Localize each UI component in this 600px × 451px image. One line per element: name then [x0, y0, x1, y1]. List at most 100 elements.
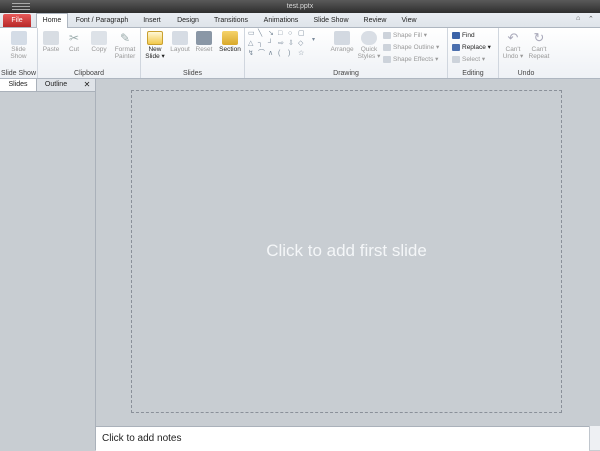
- group-drawing: ▭ ╲ ↘ □ ○ ▢ △ ┐ ┘ ⇨ ⇩ ◇ ↯ ⌒ ∧ ( ) ☆ ▾ Ar…: [245, 28, 448, 78]
- slide-show-label: Slide Show: [10, 46, 27, 60]
- shape-outline-label: Shape Outline ▾: [393, 44, 440, 51]
- tab-font-paragraph[interactable]: Font / Paragraph: [70, 14, 134, 27]
- window-title: test.pptx: [286, 3, 314, 10]
- tab-outline-pane[interactable]: Outline: [37, 79, 75, 91]
- group-undo: ↶ Can't Undo ▾ ↻ Can't Repeat Undo: [499, 28, 553, 78]
- paste-label: Paste: [42, 46, 60, 53]
- shape-effects-label: Shape Effects ▾: [393, 56, 439, 63]
- brace-left-shape-icon[interactable]: (: [278, 50, 280, 58]
- effects-icon: [383, 55, 391, 63]
- slide-show-button[interactable]: Slide Show: [3, 31, 34, 60]
- paste-button[interactable]: Paste: [40, 31, 62, 53]
- slides-pane: Slides Outline ✕: [0, 79, 96, 450]
- rectangle-shape-icon[interactable]: □: [278, 30, 282, 38]
- undo-label: Can't Undo ▾: [502, 46, 524, 60]
- tab-insert[interactable]: Insert: [138, 14, 166, 27]
- triangle-shape-icon[interactable]: △: [248, 40, 253, 48]
- group-editing: Find Replace ▾ Select ▾ Editing: [448, 28, 499, 78]
- replace-label: Replace ▾: [462, 44, 491, 51]
- slide-show-icon: [10, 31, 27, 45]
- tab-slide-show[interactable]: Slide Show: [308, 14, 354, 27]
- shape-fill-button[interactable]: Shape Fill ▾: [383, 31, 427, 40]
- fill-bucket-icon: [383, 31, 391, 39]
- chevron-shape-icon[interactable]: ◇: [298, 40, 303, 48]
- shapes-gallery[interactable]: ▭ ╲ ↘ □ ○ ▢ △ ┐ ┘ ⇨ ⇩ ◇ ↯ ⌒ ∧ ( ) ☆ ▾: [248, 30, 320, 60]
- right-arrow-shape-icon[interactable]: ⇨: [278, 40, 284, 48]
- undo-button[interactable]: ↶ Can't Undo ▾: [501, 31, 525, 61]
- replace-button[interactable]: Replace ▾: [452, 43, 491, 52]
- group-label-clipboard: Clipboard: [74, 70, 104, 77]
- group-label-undo: Undo: [517, 70, 535, 77]
- collapse-ribbon-icon[interactable]: ⌃: [588, 15, 594, 23]
- shape-outline-button[interactable]: Shape Outline ▾: [383, 43, 439, 52]
- textbox-shape-icon[interactable]: ▭: [248, 30, 255, 38]
- repeat-icon: ↻: [533, 30, 545, 45]
- notes-placeholder: Click to add notes: [102, 433, 182, 444]
- pane-tabs: Slides Outline ✕: [0, 79, 95, 92]
- group-label-drawing: Drawing: [333, 70, 359, 77]
- quick-styles-button[interactable]: Quick Styles ▾: [357, 31, 381, 60]
- arrange-label: Arrange: [330, 46, 354, 53]
- slide-placeholder[interactable]: Click to add first slide: [131, 90, 562, 413]
- tab-slides-pane[interactable]: Slides: [0, 79, 37, 91]
- freeform-shape-icon[interactable]: ⌒: [258, 50, 265, 58]
- repeat-button[interactable]: ↻ Can't Repeat: [526, 30, 552, 61]
- outline-pen-icon: [383, 43, 391, 51]
- copy-label: Copy: [91, 46, 107, 53]
- brace-right-shape-icon[interactable]: ): [288, 50, 290, 58]
- close-pane-icon[interactable]: ✕: [80, 79, 94, 91]
- new-slide-button[interactable]: New Slide ▾: [143, 31, 167, 60]
- title-bar: test.pptx: [0, 0, 600, 13]
- scissors-icon: ✂: [68, 31, 80, 45]
- down-arrow-shape-icon[interactable]: ⇩: [288, 40, 294, 48]
- add-slide-prompt: Click to add first slide: [266, 241, 427, 260]
- select-button[interactable]: Select ▾: [452, 55, 485, 64]
- oval-shape-icon[interactable]: ○: [288, 30, 292, 38]
- arrow-shape-icon[interactable]: ↘: [268, 30, 274, 38]
- binoculars-icon: [452, 31, 460, 39]
- elbow-shape-icon[interactable]: ┘: [268, 40, 273, 48]
- find-label: Find: [462, 32, 475, 39]
- replace-icon: [452, 43, 460, 51]
- ribbon: Slide Show Slide Show Paste ✂ Cut Copy ✎…: [0, 28, 600, 79]
- curve-shape-icon[interactable]: ↯: [248, 50, 254, 58]
- scribble-shape-icon[interactable]: ∧: [268, 50, 273, 58]
- arrange-button[interactable]: Arrange: [329, 31, 355, 53]
- group-slide-show: Slide Show Slide Show: [0, 28, 38, 78]
- copy-button[interactable]: Copy: [88, 31, 110, 53]
- cut-label: Cut: [68, 46, 80, 53]
- layout-label: Layout: [170, 46, 190, 53]
- layout-button[interactable]: Layout: [169, 31, 191, 53]
- connector-shape-icon[interactable]: ┐: [258, 40, 263, 48]
- notes-area[interactable]: Click to add notes: [96, 426, 589, 451]
- tab-file[interactable]: File: [3, 14, 31, 27]
- format-painter-button[interactable]: ✎ Format Painter: [112, 31, 138, 60]
- select-label: Select ▾: [462, 56, 486, 63]
- section-button[interactable]: Section: [217, 31, 243, 53]
- reset-button[interactable]: Reset: [193, 31, 215, 53]
- line-shape-icon[interactable]: ╲: [258, 30, 262, 38]
- copy-icon: [91, 31, 107, 45]
- find-button[interactable]: Find: [452, 31, 475, 40]
- tab-design[interactable]: Design: [172, 14, 204, 27]
- notes-scrollbar[interactable]: [589, 426, 600, 450]
- group-slides: New Slide ▾ Layout Reset Section Slides: [141, 28, 245, 78]
- tab-home[interactable]: Home: [36, 13, 68, 28]
- tab-review[interactable]: Review: [358, 14, 392, 27]
- star-shape-icon[interactable]: ☆: [298, 50, 304, 58]
- gallery-more-icon[interactable]: ▾: [312, 36, 315, 44]
- help-icon[interactable]: ⌂: [576, 15, 580, 22]
- cut-button[interactable]: ✂ Cut: [64, 31, 84, 53]
- new-slide-label: New Slide ▾: [145, 46, 165, 60]
- layout-icon: [172, 31, 188, 45]
- select-cursor-icon: [452, 55, 460, 63]
- repeat-label: Can't Repeat: [528, 46, 550, 60]
- tab-animations[interactable]: Animations: [258, 14, 304, 27]
- rounded-rect-shape-icon[interactable]: ▢: [298, 30, 305, 38]
- shape-fill-label: Shape Fill ▾: [393, 32, 427, 39]
- arrange-icon: [334, 31, 350, 45]
- tab-transitions[interactable]: Transitions: [208, 14, 254, 27]
- shape-effects-button[interactable]: Shape Effects ▾: [383, 55, 438, 64]
- tab-view[interactable]: View: [396, 14, 422, 27]
- menu-grip-icon[interactable]: [12, 3, 30, 10]
